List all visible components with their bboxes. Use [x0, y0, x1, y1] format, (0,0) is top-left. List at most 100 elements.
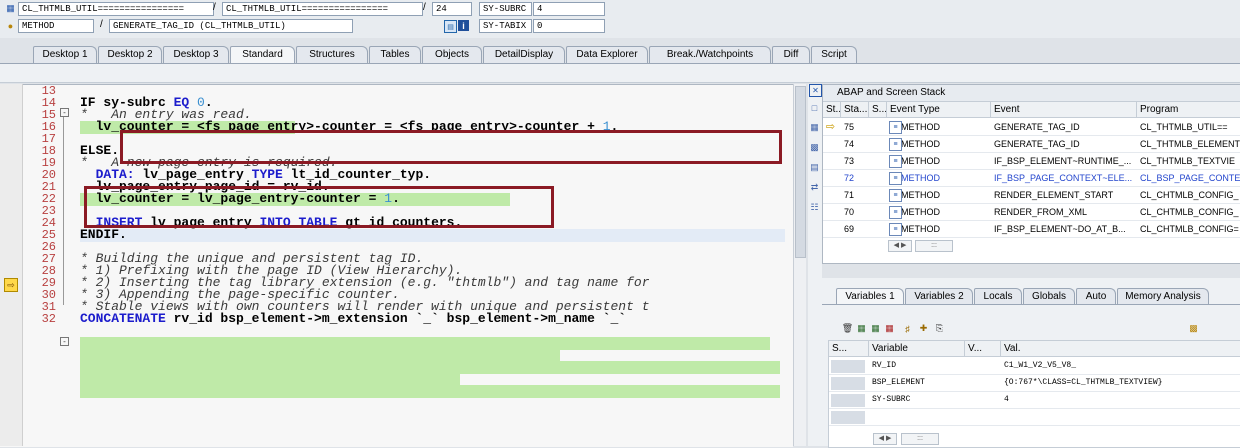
info-icon[interactable]: i — [458, 20, 469, 31]
tab-script[interactable]: Script — [811, 46, 857, 63]
column-header[interactable]: Program — [1137, 102, 1240, 118]
row-selector[interactable] — [831, 411, 865, 424]
program-field[interactable]: CL_THTMLB_UTIL================ — [18, 2, 214, 16]
table-icon[interactable]: ▦ — [856, 323, 867, 334]
breakpoint-gutter[interactable] — [0, 84, 23, 446]
column-header[interactable]: S... — [829, 341, 869, 357]
column-header[interactable]: St... — [823, 102, 841, 118]
variable-value[interactable]: {O:767*\CLASS=CL_THTMLB_TEXTVIEW} — [1001, 376, 1240, 390]
code-token: rv_id bsp_element->m_extension `_` bsp_e… — [173, 311, 634, 326]
column-header[interactable]: S... — [869, 102, 887, 118]
maximize-icon[interactable]: ▩ — [809, 142, 820, 153]
fold-toggle-icon[interactable]: - — [60, 337, 69, 346]
stack-cell-type: METHOD — [901, 207, 940, 217]
column-header[interactable]: Event Type — [887, 102, 991, 118]
variable-name[interactable]: SY-SUBRC — [869, 393, 965, 407]
sysvar-value-field-2[interactable]: 0 — [533, 19, 605, 33]
tab-structures[interactable]: Structures — [296, 46, 368, 63]
method-icon: ≡ — [889, 172, 902, 185]
row-selector[interactable] — [831, 394, 865, 407]
scrollbar-thumb[interactable] — [795, 86, 806, 258]
event-type-field: METHOD — [18, 19, 94, 33]
tab-desktop-2[interactable]: Desktop 2 — [98, 46, 162, 63]
settings-icon[interactable]: ⎘ — [934, 323, 945, 334]
display-icon[interactable]: ▤ — [444, 20, 457, 33]
code-line[interactable]: CONCATENATE rv_id bsp_element->m_extensi… — [80, 311, 634, 326]
stack-cell-event: GENERATE_TAG_ID — [994, 139, 1080, 149]
row-selector[interactable] — [831, 377, 865, 390]
table-load-icon[interactable]: ▦ — [884, 323, 895, 334]
variable-value[interactable]: 4 — [1001, 393, 1240, 407]
scroll-arrows[interactable]: ◀ ▶ — [888, 240, 912, 252]
split-icon[interactable]: ▤ — [809, 162, 820, 173]
line-highlight — [80, 385, 780, 398]
column-header[interactable]: Val. — [1001, 341, 1240, 357]
method-icon: ≡ — [889, 121, 902, 134]
stack-cell-type: METHOD — [901, 190, 940, 200]
editor-scrollbar[interactable] — [793, 84, 806, 446]
scrollbar-thumb[interactable]: ::: — [915, 240, 953, 252]
delete-icon[interactable]: 🗑 — [842, 323, 853, 334]
row-separator — [829, 408, 1240, 409]
navigate-icon[interactable]: ✚ — [918, 323, 929, 334]
abap-screen-stack: ABAP and Screen Stack St... Sta... S... … — [822, 84, 1240, 264]
stack-cell-event: GENERATE_TAG_ID — [994, 122, 1080, 132]
tab-standard[interactable]: Standard — [230, 46, 295, 64]
row-separator — [823, 186, 1240, 187]
method-icon: ≡ — [889, 138, 902, 151]
column-header[interactable]: Sta... — [841, 102, 869, 118]
stack-cell-program: CL_CHTMLB_CONFIG_ — [1140, 207, 1239, 217]
row-selector[interactable] — [831, 360, 865, 373]
tab-tables[interactable]: Tables — [369, 46, 421, 63]
method-field[interactable]: GENERATE_TAG_ID (CL_THTMLB_UTIL) — [109, 19, 353, 33]
table-save-icon[interactable]: ▦ — [870, 323, 881, 334]
tab-breakpoints[interactable]: Break./Watchpoints — [649, 46, 771, 63]
tab-diff[interactable]: Diff — [772, 46, 810, 63]
new-window-icon[interactable]: □ — [809, 102, 820, 113]
tab-data-explorer[interactable]: Data Explorer — [566, 46, 648, 63]
annotation-box — [84, 186, 554, 228]
stack-cell-level: 71 — [844, 190, 855, 200]
variable-name[interactable] — [869, 410, 965, 424]
stack-cell-type: METHOD — [901, 173, 940, 183]
annotation-box — [120, 130, 782, 164]
tab-objects[interactable]: Objects — [422, 46, 482, 63]
close-icon[interactable]: ✕ — [809, 84, 822, 97]
tab-memory-analysis[interactable]: Memory Analysis — [1117, 288, 1209, 305]
tree-icon[interactable]: ☷ — [809, 202, 820, 213]
tab-detaildisplay[interactable]: DetailDisplay — [483, 46, 565, 63]
sysvar-value-field[interactable]: 4 — [533, 2, 605, 16]
editor-toolbar: ✕ □ ▦ ▩ ▤ ⇄ ☷ — [808, 84, 822, 446]
variable-value[interactable]: C1_W1_V2_V5_V8_ — [1001, 359, 1240, 373]
fold-line — [63, 117, 64, 305]
code-line[interactable]: ENDIF. — [80, 228, 127, 241]
stack-cell-level: 75 — [844, 122, 855, 132]
scroll-arrows[interactable]: ◀ ▶ — [873, 433, 897, 445]
tab-desktop-3[interactable]: Desktop 3 — [163, 46, 229, 63]
layout-icon[interactable]: ▦ — [809, 122, 820, 133]
row-separator — [829, 425, 1240, 426]
stack-cell-type: METHOD — [901, 139, 940, 149]
line-number-field[interactable]: 24 — [432, 2, 472, 16]
variable-name[interactable]: RV_ID — [869, 359, 965, 373]
tab-auto[interactable]: Auto — [1076, 288, 1116, 305]
column-header[interactable]: Variable — [869, 341, 965, 357]
include-field[interactable]: CL_THTMLB_UTIL================ — [222, 2, 423, 16]
fold-toggle-icon[interactable]: - — [60, 108, 69, 117]
sysvar-name-field-2: SY-TABIX — [479, 19, 532, 33]
variable-name[interactable]: BSP_ELEMENT — [869, 376, 965, 390]
tab-locals[interactable]: Locals — [974, 288, 1022, 305]
structure-icon[interactable]: ♯ — [902, 323, 913, 334]
stack-cell-level: 70 — [844, 207, 855, 217]
tab-variables-2[interactable]: Variables 2 — [905, 288, 973, 305]
swap-icon[interactable]: ⇄ — [809, 182, 820, 193]
tab-variables-1[interactable]: Variables 1 — [836, 288, 904, 305]
scrollbar-thumb[interactable]: ::: — [901, 433, 939, 445]
variable-value[interactable] — [1001, 410, 1240, 424]
column-header[interactable]: Event — [991, 102, 1137, 118]
save-icon[interactable]: ▩ — [1188, 323, 1199, 334]
column-header[interactable]: V... — [965, 341, 1001, 357]
tab-globals[interactable]: Globals — [1023, 288, 1075, 305]
stack-cell-event: IF_BSP_ELEMENT~RUNTIME_... — [994, 156, 1132, 166]
tab-desktop-1[interactable]: Desktop 1 — [33, 46, 97, 63]
